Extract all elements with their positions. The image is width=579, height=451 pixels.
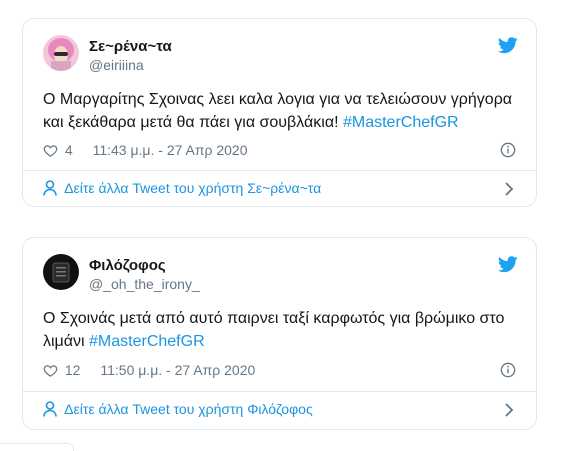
twitter-bird-icon[interactable] (498, 37, 518, 54)
divider (23, 170, 536, 171)
tweet-header: Φιλόζοφος @_oh_the_irony_ (43, 254, 518, 298)
like-count[interactable]: 12 (65, 362, 81, 378)
heart-icon[interactable] (43, 143, 58, 158)
tweet-meta: 4 11:43 μ.μ. - 27 Απρ 2020 (43, 142, 516, 160)
hashtag-link[interactable]: #MasterChefGR (89, 333, 205, 350)
twitter-bird-icon[interactable] (498, 256, 518, 273)
more-tweets-link[interactable]: Δείτε άλλα Tweet του χρήστη Φιλόζοφος (43, 401, 516, 423)
tweet-text: Ο Μαργαρίτης Σχοινας λεει καλα λογια για… (43, 88, 514, 134)
tweet-meta: 12 11:50 μ.μ. - 27 Απρ 2020 (43, 362, 516, 380)
display-name[interactable]: Σε~ρένα~τα (89, 38, 172, 55)
display-name[interactable]: Φιλόζοφος (89, 257, 166, 274)
timestamp[interactable]: 11:43 μ.μ. - 27 Απρ 2020 (93, 142, 248, 158)
timestamp[interactable]: 11:50 μ.μ. - 27 Απρ 2020 (100, 362, 255, 378)
chevron-right-icon[interactable] (504, 403, 514, 417)
info-icon[interactable] (500, 362, 516, 378)
more-tweets-label[interactable]: Δείτε άλλα Tweet του χρήστη Φιλόζοφος (64, 401, 313, 417)
person-icon (43, 180, 57, 196)
chevron-right-icon[interactable] (504, 182, 514, 196)
divider (23, 391, 536, 392)
tweet-header: Σε~ρένα~τα @eiriiina (43, 35, 518, 79)
tweet-text: Ο Σχοινάς μετά από αυτό παιρνει ταξί καρ… (43, 307, 514, 353)
avatar[interactable] (43, 35, 79, 71)
tweet-card: Σε~ρένα~τα @eiriiina Ο Μαργαρίτης Σχοινα… (22, 18, 537, 207)
info-icon[interactable] (500, 142, 516, 158)
more-tweets-link[interactable]: Δείτε άλλα Tweet του χρήστη Σε~ρένα~τα (43, 180, 516, 202)
handle[interactable]: @eiriiina (89, 57, 144, 73)
heart-icon[interactable] (43, 363, 58, 378)
tweet-card: Φιλόζοφος @_oh_the_irony_ Ο Σχοινάς μετά… (22, 237, 537, 430)
handle[interactable]: @_oh_the_irony_ (89, 276, 200, 292)
hashtag-link[interactable]: #MasterChefGR (343, 114, 459, 131)
more-tweets-label[interactable]: Δείτε άλλα Tweet του χρήστη Σε~ρένα~τα (64, 180, 321, 196)
like-count[interactable]: 4 (65, 142, 73, 158)
person-icon (43, 401, 57, 417)
avatar[interactable] (43, 254, 79, 290)
